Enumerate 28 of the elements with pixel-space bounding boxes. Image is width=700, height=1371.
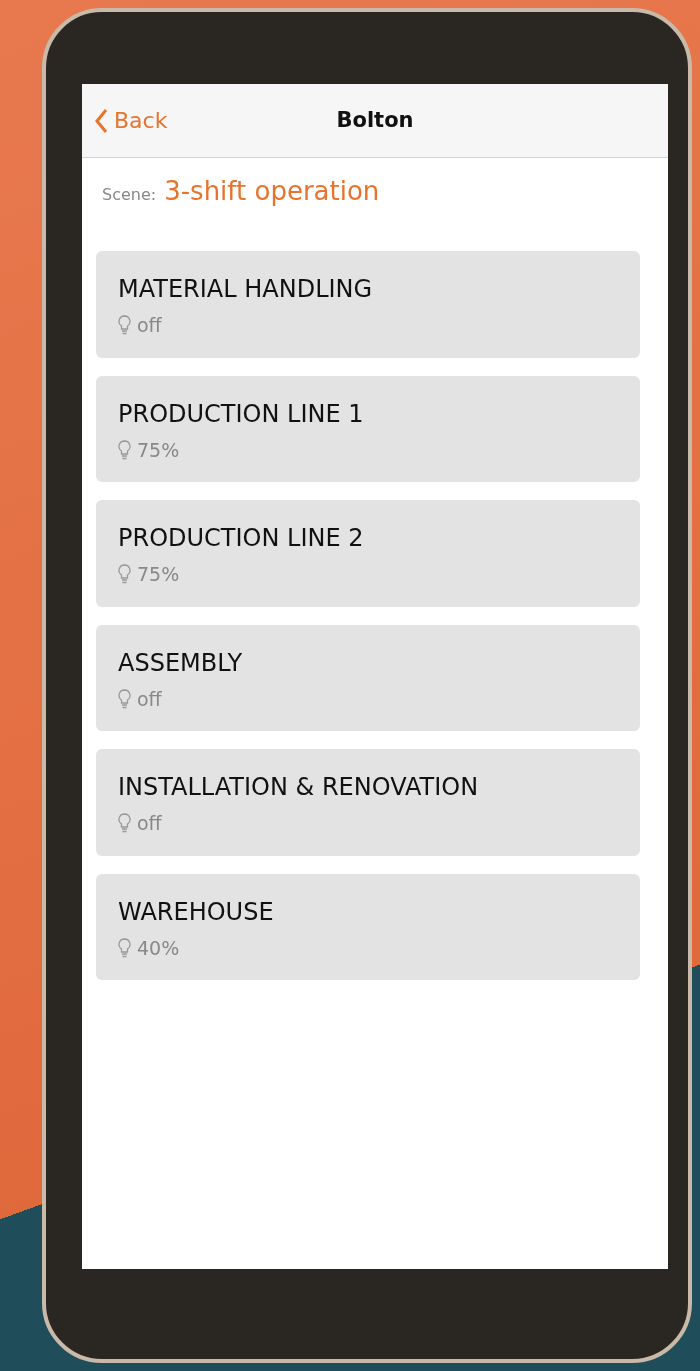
scene-label: Scene: xyxy=(102,184,157,206)
zone-status: off xyxy=(137,686,162,712)
zone-name: ASSEMBLY xyxy=(118,647,244,679)
light-bulb-icon xyxy=(118,688,131,709)
light-bulb-icon xyxy=(118,315,131,336)
zone-card[interactable]: ASSEMBLY off xyxy=(96,624,640,731)
chevron-left-icon xyxy=(94,107,108,134)
zone-status: 75% xyxy=(137,437,180,463)
zone-name: PRODUCTION LINE 2 xyxy=(118,523,365,554)
zone-status: off xyxy=(137,313,162,338)
zone-card[interactable]: PRODUCTION LINE 2 75% xyxy=(96,500,640,607)
zone-card[interactable]: MATERIAL HANDLING off xyxy=(96,251,640,358)
zone-status: off xyxy=(137,811,162,836)
light-bulb-icon xyxy=(118,937,131,958)
zone-card[interactable]: WAREHOUSE 40% xyxy=(96,873,640,980)
zone-card[interactable]: INSTALLATION & RENOVATION off xyxy=(96,749,640,856)
light-bulb-icon xyxy=(118,439,131,460)
light-bulb-icon xyxy=(118,813,131,834)
scene-name: 3-shift operation xyxy=(164,175,380,208)
zone-name: INSTALLATION & RENOVATION xyxy=(118,772,480,803)
zone-name: MATERIAL HANDLING xyxy=(118,274,374,305)
zone-card[interactable]: PRODUCTION LINE 1 75% xyxy=(96,375,640,482)
zone-status: 40% xyxy=(137,935,180,961)
zone-name: PRODUCTION LINE 1 xyxy=(118,398,365,430)
screen-title: Bolton xyxy=(336,106,414,134)
zone-status: 75% xyxy=(137,562,180,587)
zone-name: WAREHOUSE xyxy=(118,896,275,928)
light-bulb-icon xyxy=(118,564,131,585)
